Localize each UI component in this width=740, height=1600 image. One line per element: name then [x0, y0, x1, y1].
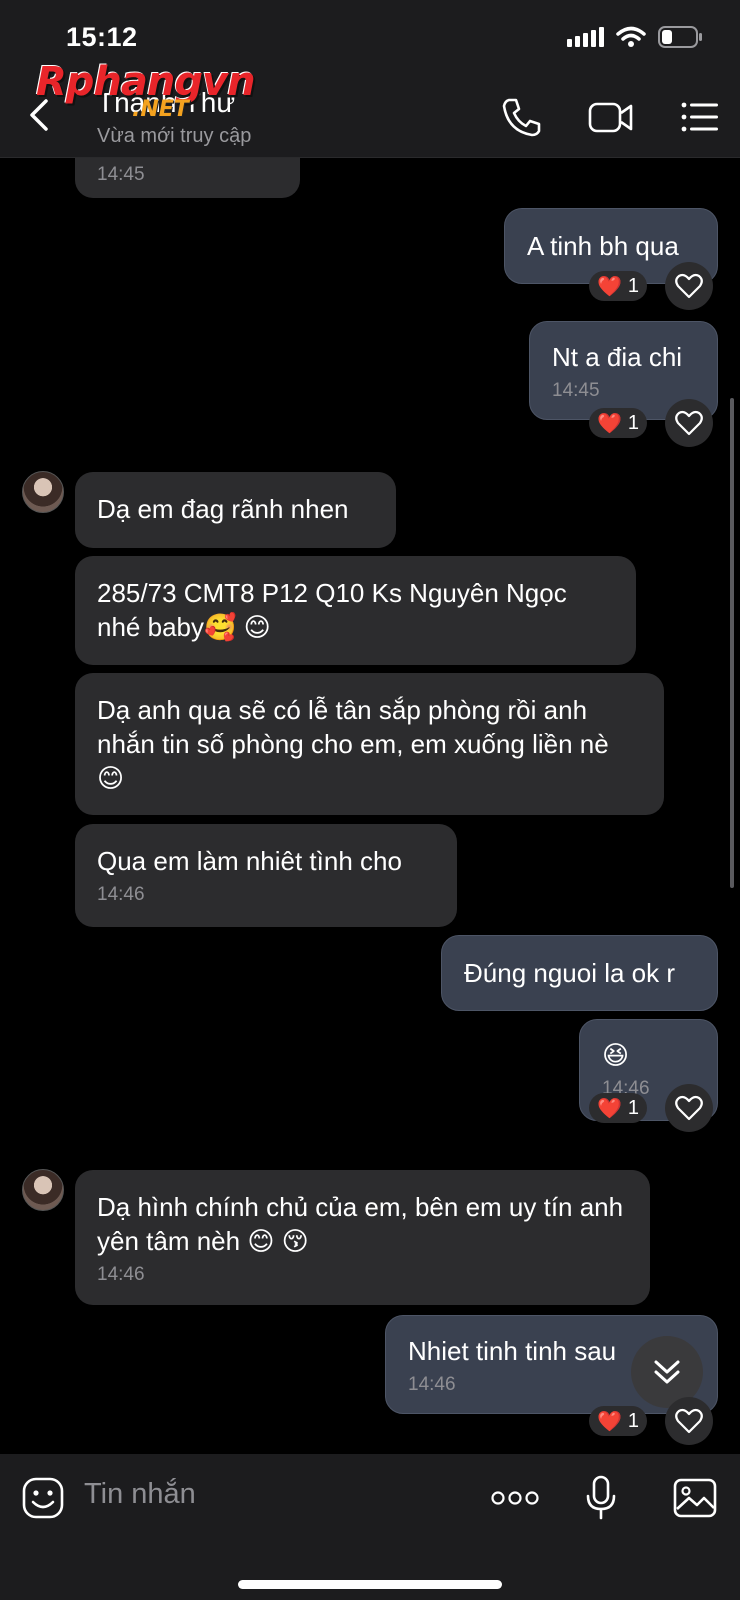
reaction-count: 1 — [627, 1096, 640, 1119]
signal-icon — [567, 27, 604, 47]
photo-button[interactable] — [672, 1474, 718, 1522]
watermark-suffix: .NET — [132, 97, 189, 122]
voice-button[interactable] — [584, 1474, 618, 1522]
image-icon — [673, 1478, 717, 1518]
message-bubble-incoming[interactable]: 285/73 CMT8 P12 Q10 Ks Nguyên Ngọc nhé b… — [75, 556, 636, 665]
heart-icon: ❤️ — [597, 275, 622, 298]
like-heart-button[interactable] — [665, 1397, 713, 1445]
message-bubble-incoming[interactable]: 14:45 — [75, 158, 300, 198]
message-bubble-incoming[interactable]: Dạ hình chính chủ của em, bên em uy tín … — [75, 1170, 650, 1305]
reaction-count: 1 — [627, 1409, 640, 1432]
battery-icon — [658, 26, 702, 48]
message-time: 14:46 — [97, 1264, 145, 1285]
scrollbar[interactable] — [730, 398, 734, 888]
reaction-badge[interactable]: ❤️ 1 — [589, 408, 648, 438]
message-text: A tinh bh qua — [527, 231, 679, 261]
message-text: 285/73 CMT8 P12 Q10 Ks Nguyên Ngọc nhé b… — [97, 578, 567, 642]
contact-avatar[interactable] — [22, 1169, 64, 1211]
like-heart-button[interactable] — [665, 399, 713, 447]
sticker-icon — [22, 1477, 64, 1519]
message-composer: Tin nhắn — [0, 1454, 740, 1600]
message-time: 14:45 — [97, 164, 145, 185]
reaction-count: 1 — [627, 411, 640, 434]
message-list[interactable]: 14:45 A tinh bh qua ❤️ 1 Nt a đia chi 14… — [0, 158, 740, 1454]
message-text: Qua em làm nhiêt tình cho — [97, 846, 402, 876]
more-options-button[interactable] — [490, 1474, 540, 1522]
chat-header: Thanh Thư Vừa mới truy cập Rphangvn .NET — [0, 59, 740, 158]
sticker-button[interactable] — [20, 1474, 66, 1522]
heart-icon: ❤️ — [597, 1097, 622, 1120]
contact-status: Vừa mới truy cập — [97, 125, 252, 147]
contact-avatar[interactable] — [22, 471, 64, 513]
message-text: Nt a đia chi — [552, 342, 683, 372]
microphone-icon — [586, 1475, 616, 1520]
message-input[interactable]: Tin nhắn — [84, 1478, 196, 1511]
message-time: 14:46 — [97, 884, 145, 905]
heart-outline-icon — [675, 1408, 703, 1434]
message-text: 😆 — [602, 1040, 630, 1070]
like-heart-button[interactable] — [665, 1084, 713, 1132]
message-text: Dạ hình chính chủ của em, bên em uy tín … — [97, 1192, 624, 1256]
message-bubble-incoming[interactable]: Dạ anh qua sẽ có lễ tân sắp phòng rồi an… — [75, 673, 664, 815]
status-time: 15:12 — [66, 22, 138, 52]
wifi-icon — [616, 26, 646, 47]
heart-outline-icon — [675, 410, 703, 436]
reaction-count: 1 — [627, 274, 640, 297]
reaction-badge[interactable]: ❤️ 1 — [589, 271, 648, 301]
message-text: Dạ em đag rãnh nhen — [97, 494, 349, 524]
heart-outline-icon — [675, 1095, 703, 1121]
message-bubble-incoming[interactable]: Qua em làm nhiêt tình cho 14:46 — [75, 824, 457, 927]
reaction-badge[interactable]: ❤️ 1 — [589, 1406, 648, 1436]
message-time: 14:45 — [552, 380, 600, 401]
reaction-badge[interactable]: ❤️ 1 — [589, 1093, 648, 1123]
more-dots-icon — [491, 1491, 539, 1505]
chevron-double-down-icon — [654, 1360, 680, 1384]
heart-icon: ❤️ — [597, 412, 622, 435]
like-heart-button[interactable] — [665, 262, 713, 310]
menu-icon[interactable] — [680, 95, 720, 139]
status-icons — [567, 26, 704, 48]
heart-outline-icon — [675, 273, 703, 299]
heart-icon: ❤️ — [597, 1410, 622, 1433]
phone-icon[interactable] — [500, 95, 544, 139]
home-indicator[interactable] — [238, 1580, 502, 1589]
message-bubble-outgoing[interactable]: Đúng nguoi la ok r — [441, 935, 718, 1011]
video-call-icon[interactable] — [588, 95, 634, 139]
message-text: Dạ anh qua sẽ có lễ tân sắp phòng rồi an… — [97, 695, 609, 793]
message-text: Đúng nguoi la ok r — [464, 958, 676, 988]
message-bubble-incoming[interactable]: Dạ em đag rãnh nhen — [75, 472, 396, 548]
